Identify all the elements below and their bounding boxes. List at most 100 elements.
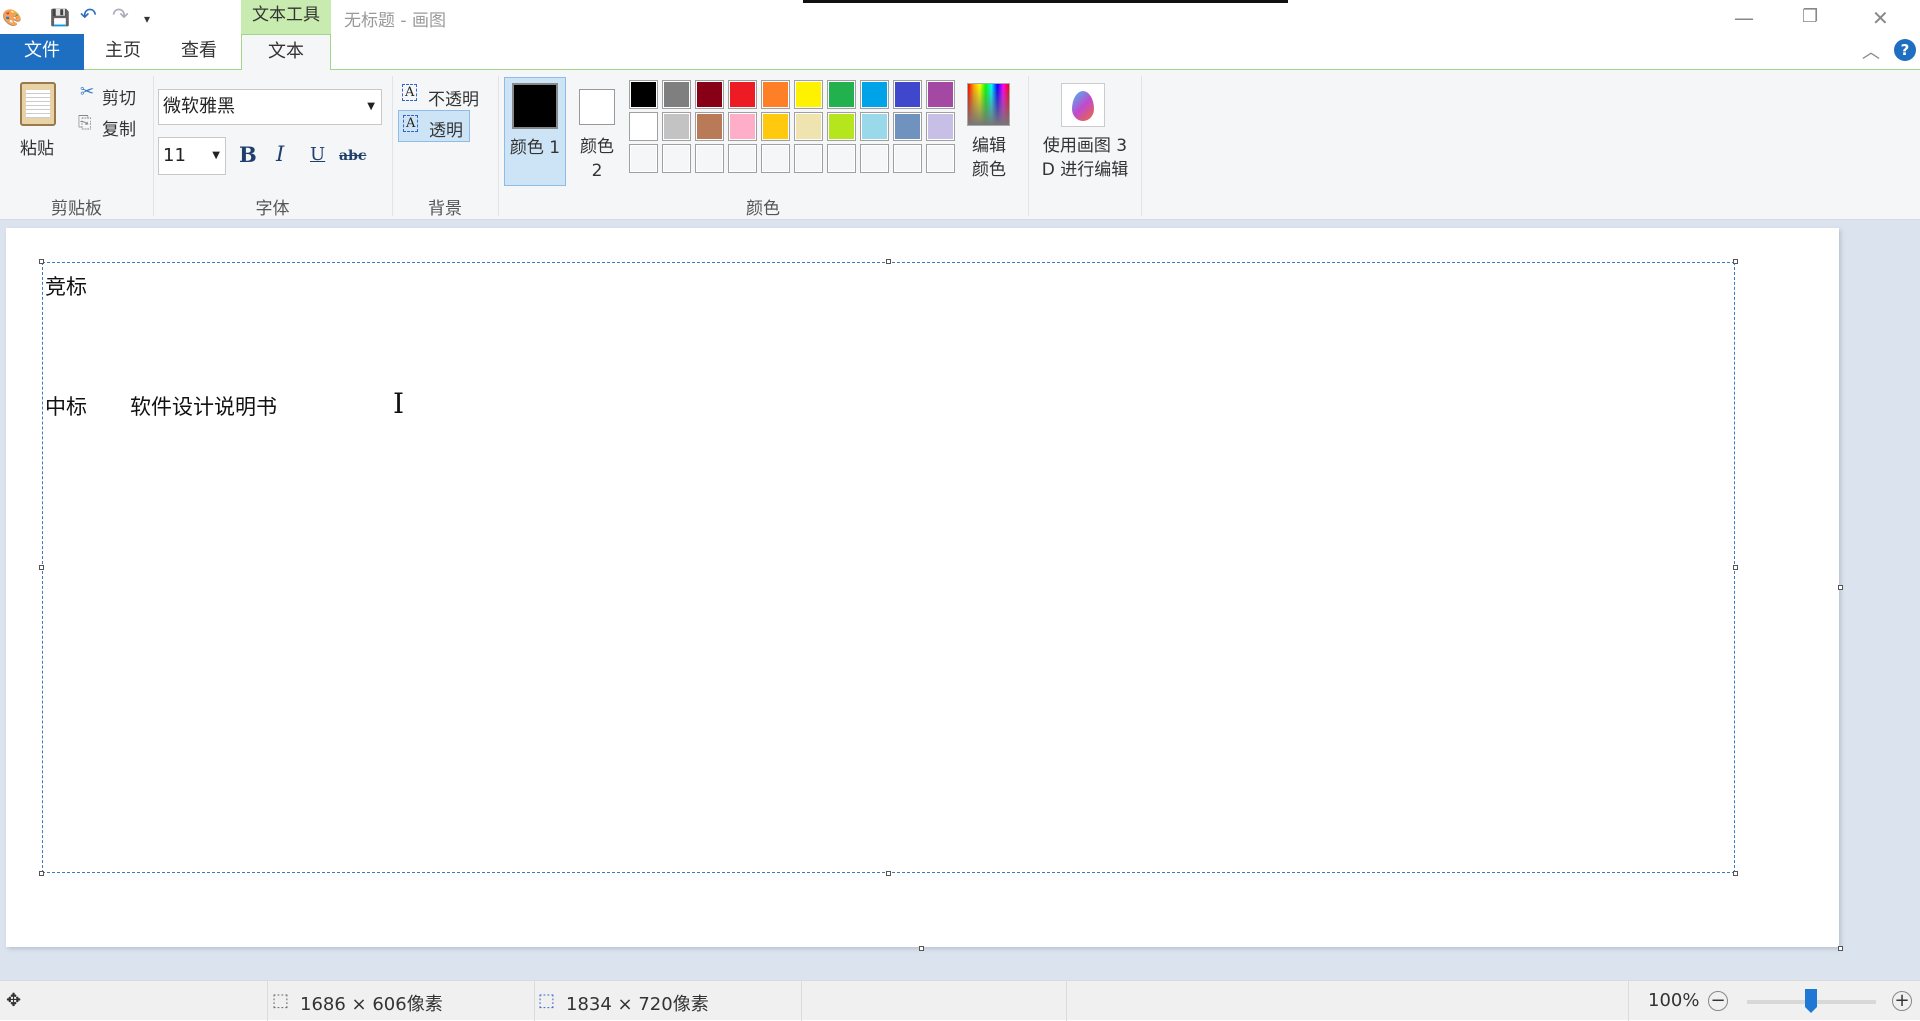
tab-file[interactable]: 文件 <box>0 34 84 70</box>
window-title: 无标题 - 画图 <box>344 11 446 31</box>
color1-label: 颜色 1 <box>509 138 561 158</box>
palette-swatch[interactable] <box>860 144 889 173</box>
color1-button[interactable]: 颜色 1 <box>504 77 566 186</box>
resize-handle[interactable] <box>39 565 44 570</box>
palette-swatch[interactable] <box>728 80 757 109</box>
canvas-resize-handle[interactable] <box>1838 946 1843 951</box>
zoom-out-button[interactable]: − <box>1708 991 1728 1011</box>
palette-swatch[interactable] <box>761 144 790 173</box>
palette-swatch[interactable] <box>860 112 889 141</box>
text-cursor-icon: I <box>393 387 405 420</box>
canvas-resize-handle[interactable] <box>919 946 924 951</box>
resize-handle[interactable] <box>1733 259 1738 264</box>
selection-size: 1686 × 606像素 <box>300 994 443 1015</box>
text-line-1: 竞标 <box>45 275 87 299</box>
zoom-level: 100% <box>1648 990 1700 1011</box>
chevron-down-icon: ▼ <box>367 101 375 112</box>
palette-swatch[interactable] <box>827 80 856 109</box>
resize-handle[interactable] <box>39 871 44 876</box>
color2-button[interactable]: 颜色 2 <box>572 77 622 186</box>
zoom-slider-thumb[interactable] <box>1805 989 1817 1013</box>
paint-app-icon[interactable]: 🎨 <box>2 8 22 27</box>
resize-handle[interactable] <box>1733 871 1738 876</box>
minimize-button[interactable]: — <box>1734 6 1754 30</box>
font-size-value: 11 <box>163 145 186 166</box>
palette-swatch[interactable] <box>695 80 724 109</box>
paste-button[interactable]: 粘贴 <box>20 134 54 159</box>
underline-button[interactable]: U <box>310 144 325 165</box>
paste-icon[interactable] <box>20 82 56 126</box>
collapse-ribbon-icon[interactable]: ︿ <box>1862 38 1880 64</box>
undo-icon[interactable]: ↶ <box>80 3 97 27</box>
save-icon[interactable]: 💾 <box>50 8 70 27</box>
color2-swatch <box>579 89 615 125</box>
transparent-button[interactable]: A 透明 <box>398 110 470 142</box>
palette-swatch[interactable] <box>893 112 922 141</box>
text-a-icon: A <box>402 84 418 101</box>
font-family-select[interactable]: 微软雅黑 ▼ <box>158 89 382 125</box>
help-icon[interactable]: ? <box>1894 39 1916 61</box>
clipboard-group-label: 剪贴板 <box>51 199 102 219</box>
resize-handle[interactable] <box>886 871 891 876</box>
palette-swatch[interactable] <box>794 144 823 173</box>
palette-swatch[interactable] <box>827 112 856 141</box>
paint3d-icon[interactable] <box>1061 83 1105 127</box>
canvas-size: 1834 × 720像素 <box>566 994 709 1015</box>
palette-swatch[interactable] <box>827 144 856 173</box>
zoom-in-button[interactable]: + <box>1892 991 1912 1011</box>
palette-swatch[interactable] <box>893 144 922 173</box>
color2-label: 颜色 2 <box>580 137 614 181</box>
palette-swatch[interactable] <box>629 80 658 109</box>
palette-swatch[interactable] <box>695 144 724 173</box>
text-line-2-part-1: 中标 <box>45 395 87 419</box>
palette-swatch[interactable] <box>662 80 691 109</box>
paint3d-button[interactable]: 使用画图 3 D 进行编辑 <box>1036 134 1134 182</box>
palette-swatch[interactable] <box>794 80 823 109</box>
palette-swatch[interactable] <box>629 112 658 141</box>
canvas-size-icon: ⬚ <box>538 990 556 1011</box>
palette-swatch[interactable] <box>695 112 724 141</box>
strikethrough-button[interactable]: abc <box>339 148 366 164</box>
tab-home[interactable]: 主页 <box>92 34 154 70</box>
palette-swatch[interactable] <box>662 112 691 141</box>
tab-text[interactable]: 文本 <box>241 34 331 71</box>
copy-button[interactable]: 复制 <box>102 115 136 140</box>
palette-swatch[interactable] <box>629 144 658 173</box>
palette-swatch[interactable] <box>728 112 757 141</box>
text-a-icon: A <box>403 115 419 132</box>
restore-button[interactable]: ❐ <box>1802 6 1818 27</box>
palette-swatch[interactable] <box>761 80 790 109</box>
tab-view[interactable]: 查看 <box>168 34 230 70</box>
resize-handle[interactable] <box>886 259 891 264</box>
top-bar-decoration <box>803 0 1288 3</box>
opaque-label: 不透明 <box>428 90 479 110</box>
edit-colors-button[interactable]: 编辑颜色 <box>964 134 1014 182</box>
palette-swatch[interactable] <box>794 112 823 141</box>
chevron-down-icon: ▼ <box>212 150 220 161</box>
color1-swatch <box>512 83 558 129</box>
palette-swatch[interactable] <box>926 112 955 141</box>
palette-swatch[interactable] <box>728 144 757 173</box>
bold-button[interactable]: B <box>239 142 257 167</box>
palette-swatch[interactable] <box>860 80 889 109</box>
canvas-resize-handle[interactable] <box>1838 585 1843 590</box>
edit-colors-icon[interactable] <box>967 83 1010 126</box>
palette-swatch[interactable] <box>761 112 790 141</box>
font-size-select[interactable]: 11 ▼ <box>158 137 226 175</box>
italic-button[interactable]: I <box>276 142 284 166</box>
palette-swatch[interactable] <box>662 144 691 173</box>
text-box[interactable]: 竞标 中标 软件设计说明书 I <box>39 259 1738 876</box>
colors-group-label: 颜色 <box>746 199 780 219</box>
customize-quick-access-icon[interactable]: ▾ <box>144 12 150 26</box>
palette-swatch[interactable] <box>893 80 922 109</box>
opaque-button[interactable]: A 不透明 <box>400 82 482 110</box>
cursor-position-icon: ✥ <box>6 990 22 1011</box>
cut-button[interactable]: 剪切 <box>102 84 136 109</box>
redo-icon[interactable]: ↷ <box>112 3 129 27</box>
resize-handle[interactable] <box>1733 565 1738 570</box>
resize-handle[interactable] <box>39 259 44 264</box>
palette-swatch[interactable] <box>926 144 955 173</box>
close-button[interactable]: ✕ <box>1872 6 1889 30</box>
drawing-canvas[interactable]: 竞标 中标 软件设计说明书 I <box>6 228 1839 947</box>
palette-swatch[interactable] <box>926 80 955 109</box>
